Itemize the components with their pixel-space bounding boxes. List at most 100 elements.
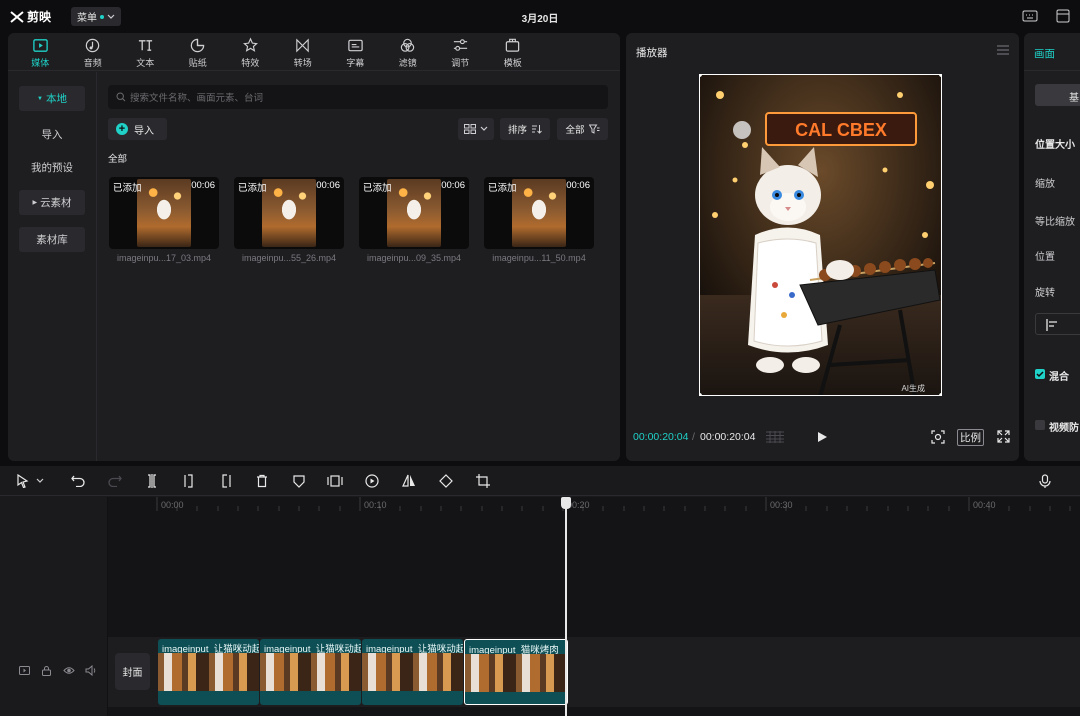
media-thumbnail[interactable]: 已添加 00:06	[484, 177, 594, 249]
menu-button[interactable]: 菜单	[71, 7, 121, 26]
tab-basic[interactable]: 基	[1035, 84, 1080, 106]
tab-adjust[interactable]: 调节	[434, 33, 487, 70]
side-nav-cloud[interactable]: ▶ 云素材	[19, 190, 85, 215]
playhead[interactable]	[565, 497, 567, 716]
align-button[interactable]	[1035, 313, 1080, 335]
media-thumbnail[interactable]: 已添加 00:06	[359, 177, 469, 249]
record-voice-button[interactable]	[1036, 472, 1054, 490]
tab-text[interactable]: 文本	[119, 33, 172, 70]
layout-icon[interactable]	[1056, 9, 1070, 23]
redo-button[interactable]	[106, 472, 124, 490]
mark-button[interactable]	[290, 472, 308, 490]
tab-label: 模板	[503, 58, 522, 68]
tab-picture[interactable]: 画面	[1034, 46, 1055, 61]
fit-screen-icon[interactable]	[931, 430, 945, 444]
side-nav-my-presets[interactable]: 我的预设	[19, 155, 85, 180]
split-button[interactable]	[143, 472, 161, 490]
tab-media[interactable]: 媒体	[14, 33, 67, 70]
hamburger-menu-icon[interactable]	[997, 45, 1009, 55]
view-mode-button[interactable]	[458, 118, 494, 140]
cover-button[interactable]: 封面	[115, 653, 150, 690]
sticker-icon	[191, 38, 205, 53]
side-nav-import[interactable]: 导入	[19, 122, 85, 147]
tab-audio[interactable]: 音频	[67, 33, 120, 70]
search-input[interactable]: 搜索文件名称、画面元素、台词	[108, 85, 608, 109]
tab-sticker[interactable]: 贴纸	[172, 33, 225, 70]
track-video-icon[interactable]	[19, 665, 30, 676]
blend-checkbox[interactable]	[1035, 369, 1045, 379]
tab-effects[interactable]: 特效	[224, 33, 277, 70]
cat-bbq-thumbnail	[262, 179, 316, 247]
media-item[interactable]: 已添加 00:06 imageinpu...09_35.mp4	[359, 177, 469, 263]
clip-frames	[362, 653, 463, 691]
capcut-logo-icon	[10, 10, 24, 23]
rotate-button[interactable]	[437, 472, 455, 490]
rotation-label: 旋转	[1035, 288, 1055, 299]
tab-template[interactable]: 模板	[487, 33, 540, 70]
side-nav-library[interactable]: 素材库	[19, 227, 85, 252]
delete-button[interactable]	[253, 472, 271, 490]
media-item[interactable]: 已添加 00:06 imageinpu...17_03.mp4	[109, 177, 219, 263]
cat-bbq-thumbnail	[512, 179, 566, 247]
freeze-frame-button[interactable]	[326, 472, 344, 490]
undo-button[interactable]	[69, 472, 87, 490]
video-clip[interactable]: imageinput_让猫咪动起	[158, 639, 259, 705]
eye-icon[interactable]	[63, 665, 75, 676]
timeline-tracks[interactable]: 00:00 00:10 00:20 00:30 00:40 imageinput…	[108, 497, 1080, 716]
ruler-tick: 00:40	[973, 500, 996, 510]
keyboard-icon[interactable]	[1022, 9, 1038, 23]
clip-frames	[260, 653, 361, 691]
filter-all-button[interactable]: 全部	[557, 118, 608, 140]
menu-label: 菜单	[77, 13, 97, 24]
reverse-button[interactable]	[363, 472, 381, 490]
duration: 00:06	[566, 180, 590, 191]
video-clip[interactable]: imageinput_让猫咪动起	[362, 639, 463, 705]
filter-icon	[401, 38, 415, 52]
resize-handle[interactable]	[939, 75, 941, 77]
video-preview[interactable]: CAL CBEX AI生成	[699, 74, 942, 396]
side-nav-local[interactable]: ▼ 本地	[19, 86, 85, 111]
side-nav-label: 素材库	[36, 234, 68, 246]
tab-label: 特效	[241, 58, 260, 68]
resize-handle[interactable]	[939, 393, 941, 395]
stabilize-checkbox[interactable]	[1035, 420, 1045, 430]
tab-subtitle[interactable]: 字幕	[329, 33, 382, 70]
chevron-down-icon	[107, 14, 115, 19]
resize-handle[interactable]	[700, 393, 702, 395]
lock-icon[interactable]	[41, 665, 52, 676]
added-tag: 已添加	[113, 183, 142, 194]
video-clip[interactable]: imageinput_让猫咪动起	[260, 639, 361, 705]
fullscreen-icon[interactable]	[997, 430, 1010, 443]
playhead-handle[interactable]	[561, 497, 571, 509]
mirror-button[interactable]	[400, 472, 418, 490]
aspect-ratio-button[interactable]: 比例	[957, 429, 984, 446]
split-right-button[interactable]	[217, 472, 235, 490]
search-icon	[116, 92, 126, 102]
media-tabs: 媒体 音频 文本 贴纸 特效 转场 字幕 滤镜 调节 模板	[8, 33, 620, 71]
media-thumbnail[interactable]: 已添加 00:06	[234, 177, 344, 249]
select-tool-dropdown[interactable]	[34, 472, 46, 490]
tab-label: 调节	[451, 58, 470, 68]
clip-frames	[158, 653, 259, 691]
crop-button[interactable]	[474, 472, 492, 490]
notification-dot	[100, 14, 104, 19]
tab-filter[interactable]: 滤镜	[382, 33, 435, 70]
split-left-button[interactable]	[180, 472, 198, 490]
play-icon[interactable]	[816, 431, 828, 443]
grid-view-icon	[464, 124, 476, 134]
import-button[interactable]: + 导入	[108, 118, 167, 140]
media-item[interactable]: 已添加 00:06 imageinpu...11_50.mp4	[484, 177, 594, 263]
top-bar	[0, 0, 1080, 32]
media-thumbnail[interactable]: 已添加 00:06	[109, 177, 219, 249]
media-item[interactable]: 已添加 00:06 imageinpu...55_26.mp4	[234, 177, 344, 263]
tab-label: 媒体	[31, 58, 50, 68]
timeline-ruler[interactable]	[108, 497, 1080, 511]
speaker-icon[interactable]	[85, 665, 97, 676]
cat-bbq-thumbnail	[137, 179, 191, 247]
select-tool-button[interactable]	[14, 472, 32, 490]
frame-list-icon[interactable]	[765, 431, 785, 443]
plus-icon: +	[116, 123, 128, 135]
sort-button[interactable]: 排序	[500, 118, 550, 140]
tab-transition[interactable]: 转场	[277, 33, 330, 70]
video-clip-selected[interactable]: imageinput_猫咪烤肉	[464, 639, 568, 705]
